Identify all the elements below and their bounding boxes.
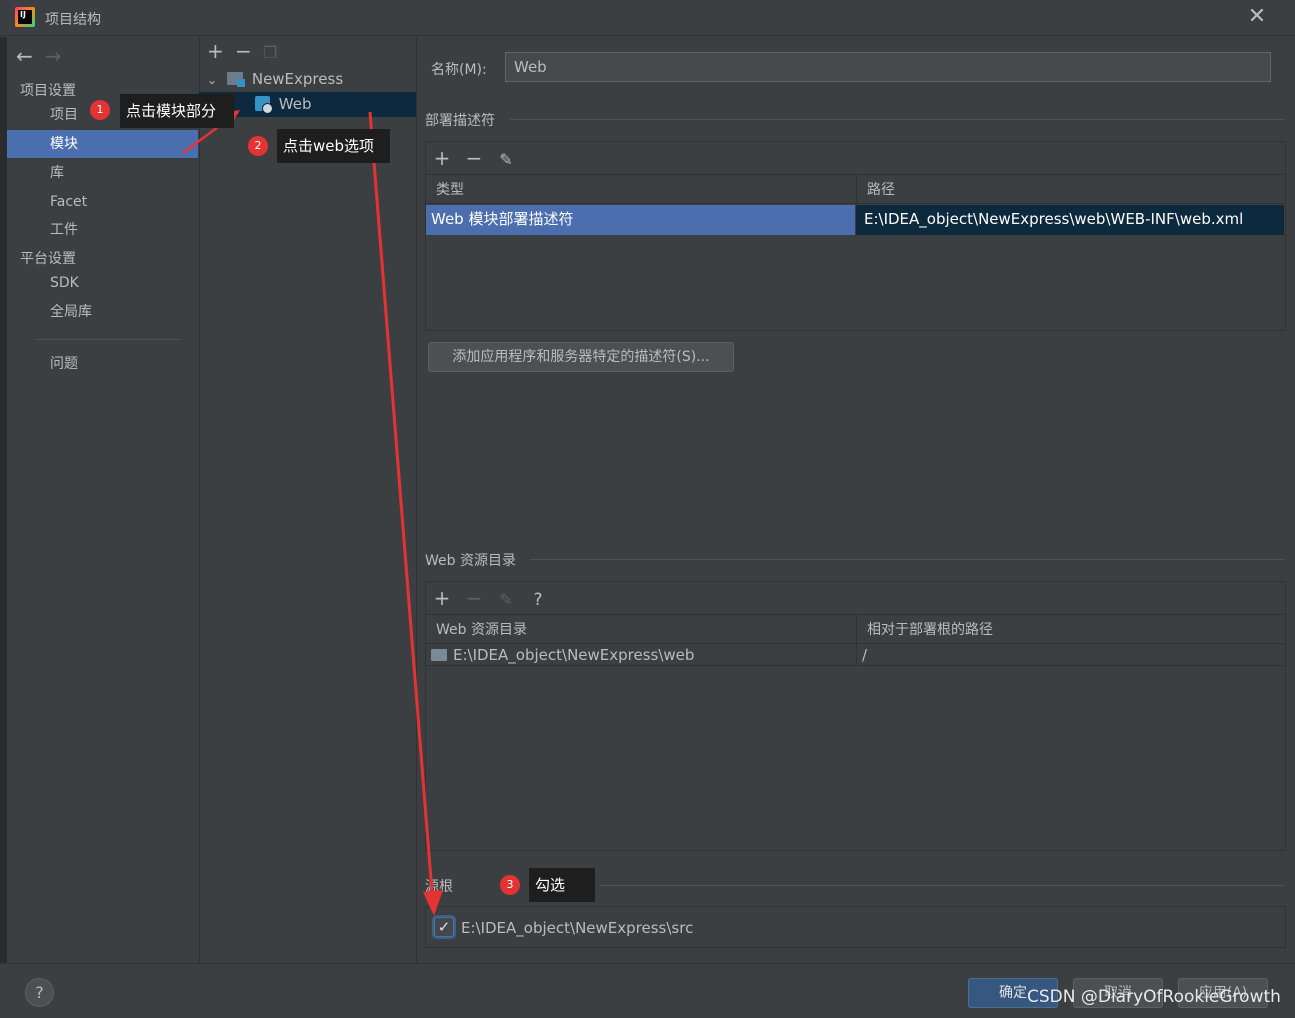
nav-arrows: ← →: [16, 44, 62, 68]
nav-item-artifacts[interactable]: 工件: [7, 216, 198, 244]
nav-item-modules[interactable]: 模块: [7, 130, 198, 158]
table-cell-type[interactable]: Web 模块部署描述符: [426, 205, 855, 235]
web-resources-toolbar: + − ✎?: [426, 586, 554, 610]
remove-icon[interactable]: −: [235, 39, 263, 63]
nav-divider: [36, 339, 181, 340]
project-settings-heading: 项目设置: [20, 83, 76, 99]
tree-item-web-label: Web: [278, 95, 312, 113]
annotation-callout-3: 勾选: [529, 868, 595, 902]
chevron-down-icon[interactable]: ⌄: [207, 73, 217, 87]
name-label: 名称(M):: [431, 62, 487, 78]
annotation-callout-1: 点击模块部分: [120, 94, 234, 128]
nav-item-libraries[interactable]: 库: [7, 159, 198, 187]
nav-item-global-libraries[interactable]: 全局库: [7, 298, 198, 326]
nav-item-facets[interactable]: Facet: [7, 188, 198, 216]
tree-root[interactable]: ⌄ NewExpress: [207, 67, 343, 91]
source-roots-title: 源根: [425, 879, 453, 895]
tree-root-label: NewExpress: [251, 70, 344, 88]
edit-icon: ✎: [499, 590, 513, 609]
column-header-path[interactable]: 路径: [856, 174, 1285, 204]
title-bar: IJ 项目结构 ✕: [0, 0, 1295, 36]
tree-item-web[interactable]: Web: [255, 92, 311, 116]
module-folder-icon: [227, 72, 246, 87]
web-facet-icon: [255, 96, 273, 114]
group-divider: [600, 885, 1285, 886]
close-icon[interactable]: ✕: [1246, 6, 1268, 28]
source-root-path: E:\IDEA_object\NewExpress\src: [461, 919, 694, 937]
tree-toolbar: + − ❐: [207, 39, 291, 63]
nav-item-problems[interactable]: 问题: [7, 350, 198, 378]
column-header-type[interactable]: 类型: [426, 174, 856, 204]
annotation-callout-2: 点击web选项: [277, 129, 390, 163]
add-icon[interactable]: +: [207, 39, 235, 63]
web-resource-dir-cell: E:\IDEA_object\NewExpress\web: [453, 646, 695, 664]
annotation-badge-2: 2: [248, 136, 268, 156]
back-arrow-icon[interactable]: ←: [16, 44, 33, 68]
source-root-checkbox[interactable]: ✓: [434, 917, 454, 937]
forward-arrow-icon[interactable]: →: [45, 44, 62, 68]
group-divider: [530, 559, 1285, 560]
web-resources-title: Web 资源目录: [425, 553, 516, 569]
intellij-app-icon: IJ: [15, 7, 35, 27]
table-cell-path[interactable]: E:\IDEA_object\NewExpress\web\WEB-INF\we…: [856, 205, 1284, 235]
deployment-descriptors-title: 部署描述符: [425, 113, 495, 129]
column-header-relative-path[interactable]: 相对于部署根的路径: [856, 614, 1285, 644]
relative-path-cell[interactable]: /: [856, 644, 1285, 666]
annotation-badge-1: 1: [90, 100, 110, 120]
editor-edge: [0, 37, 7, 1018]
csdn-watermark: CSDN @DiaryOfRookieGrowth: [1027, 987, 1281, 1007]
nav-item-sdk[interactable]: SDK: [7, 269, 198, 297]
remove-icon: −: [465, 586, 483, 610]
app-icon-text: IJ: [20, 10, 26, 19]
add-icon[interactable]: +: [426, 586, 458, 610]
add-descriptor-button[interactable]: 添加应用程序和服务器特定的描述符(S)...: [428, 342, 734, 372]
help-button[interactable]: ?: [25, 978, 54, 1007]
group-divider: [510, 119, 1285, 120]
annotation-badge-3: 3: [500, 875, 520, 895]
folder-icon: [431, 649, 447, 661]
add-icon[interactable]: +: [426, 146, 458, 170]
copy-icon[interactable]: ❐: [263, 43, 291, 62]
window-title: 项目结构: [45, 12, 101, 28]
deployment-table-box: [425, 141, 1286, 331]
edit-icon[interactable]: ✎: [490, 150, 522, 169]
platform-settings-heading: 平台设置: [20, 251, 76, 267]
deployment-toolbar: + − ✎: [426, 146, 522, 170]
table-row[interactable]: E:\IDEA_object\NewExpress\web: [426, 644, 856, 666]
help-icon[interactable]: ?: [522, 590, 554, 610]
column-header-web-resource-dir[interactable]: Web 资源目录: [426, 614, 856, 644]
module-tree-panel: [199, 37, 417, 963]
remove-icon[interactable]: −: [458, 146, 490, 170]
name-input[interactable]: Web: [505, 52, 1271, 82]
